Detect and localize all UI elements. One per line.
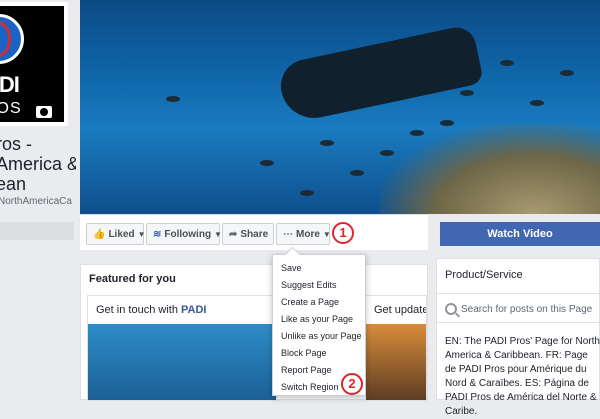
- card-1-image: [88, 324, 276, 400]
- left-column: ADI ROS ros - America & ean NorthAmerica…: [0, 0, 78, 400]
- left-nav-bar[interactable]: [0, 222, 74, 240]
- fish-graphic: [260, 160, 274, 166]
- card-2-title: Get updates: [374, 304, 426, 316]
- page-name-line-3: ean: [0, 174, 27, 194]
- fish-graphic: [350, 170, 364, 176]
- featured-section: Featured for you Get in touch with PADI …: [80, 264, 428, 401]
- featured-title: Featured for you: [89, 273, 176, 285]
- chevron-down-icon: ▼: [214, 229, 222, 239]
- camera-icon[interactable]: [36, 106, 52, 118]
- fish-graphic: [380, 150, 394, 156]
- thumbs-up-icon: 👍: [93, 228, 106, 240]
- step-marker-1: 1: [332, 222, 354, 244]
- more-dropdown-menu: Save Suggest Edits Create a Page Like as…: [272, 254, 366, 396]
- search-posts-row: [437, 293, 600, 323]
- menu-item-block-page[interactable]: Block Page: [281, 348, 327, 358]
- menu-item-unlike-as-page[interactable]: Unlike as your Page: [281, 331, 362, 341]
- logo-sub: ROS: [0, 100, 22, 117]
- page-name-line-1: ros -: [0, 134, 32, 154]
- menu-item-switch-region[interactable]: Switch Region: [281, 382, 339, 392]
- fish-graphic: [166, 96, 180, 102]
- fish-graphic: [300, 190, 314, 196]
- card-2-image: [366, 324, 426, 400]
- reef-graphic: [380, 124, 600, 214]
- padi-link[interactable]: PADI: [181, 304, 206, 316]
- chevron-down-icon: ▼: [322, 229, 331, 239]
- fish-graphic: [530, 100, 544, 106]
- fish-graphic: [410, 130, 424, 136]
- menu-item-like-as-page[interactable]: Like as your Page: [281, 314, 353, 324]
- menu-item-report-page[interactable]: Report Page: [281, 365, 332, 375]
- share-label: Share: [240, 228, 269, 240]
- menu-item-suggest-edits[interactable]: Suggest Edits: [281, 280, 337, 290]
- share-icon: ➦: [229, 228, 238, 240]
- card-1-title: Get in touch with PADI: [96, 304, 206, 316]
- padi-globe-logo: [0, 14, 24, 64]
- profile-picture[interactable]: ADI ROS: [0, 2, 68, 126]
- liked-button[interactable]: 👍 Liked ▼: [86, 223, 146, 245]
- menu-item-save[interactable]: Save: [281, 263, 302, 273]
- chevron-down-icon: ▼: [137, 229, 146, 239]
- featured-card-2[interactable]: Get updates: [365, 295, 427, 401]
- card-1-text: Get in touch with: [96, 304, 181, 316]
- more-label: More: [296, 228, 320, 240]
- following-label: Following: [164, 228, 212, 240]
- rss-icon: ≋: [153, 228, 162, 240]
- about-panel: Product/Service EN: The PADI Pros' Page …: [436, 258, 600, 417]
- logo-word: ADI: [0, 72, 20, 97]
- page-category[interactable]: Product/Service: [445, 269, 523, 281]
- page-name-line-2: America &: [0, 154, 76, 174]
- page-action-bar: 👍 Liked ▼ ≋ Following ▼ ➦ Share ⋯ More ▼…: [80, 214, 428, 250]
- fish-graphic: [440, 120, 454, 126]
- following-button[interactable]: ≋ Following ▼: [146, 223, 222, 245]
- featured-card-1[interactable]: Get in touch with PADI: [87, 295, 277, 401]
- watch-video-button[interactable]: Watch Video: [440, 222, 600, 246]
- fish-graphic: [500, 60, 514, 66]
- search-icon: [445, 303, 457, 315]
- fish-graphic: [560, 70, 574, 76]
- fish-graphic: [460, 90, 474, 96]
- search-posts-input[interactable]: [461, 300, 597, 318]
- more-dots-icon: ⋯: [283, 228, 293, 240]
- more-button[interactable]: ⋯ More ▼: [276, 223, 331, 245]
- cover-photo[interactable]: [80, 0, 600, 214]
- diver-graphic: [275, 23, 485, 125]
- liked-label: Liked: [108, 228, 135, 240]
- step-marker-2: 2: [341, 373, 363, 395]
- page-handle[interactable]: NorthAmericaCa: [0, 196, 78, 207]
- page-name[interactable]: ros - America & ean: [0, 134, 82, 194]
- fish-graphic: [320, 140, 334, 146]
- share-button[interactable]: ➦ Share: [222, 223, 274, 245]
- about-text: EN: The PADI Pros' Page for North Americ…: [445, 336, 600, 417]
- menu-item-create-page[interactable]: Create a Page: [281, 297, 339, 307]
